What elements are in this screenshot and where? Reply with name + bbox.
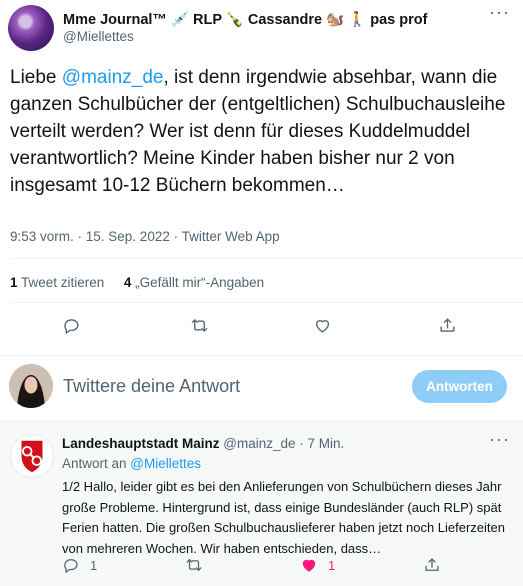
reply-header: Landeshauptstadt Mainz @mainz_de · 7 Min… <box>62 436 344 451</box>
replying-to: Antwort an @Miellettes <box>62 456 201 471</box>
divider <box>10 258 523 259</box>
reply-share-button[interactable] <box>423 556 441 574</box>
tweet-stats: 1 Tweet zitieren 4 „Gefällt mir“-Angaben <box>10 275 264 290</box>
reply-like-button[interactable]: 1 <box>300 556 335 574</box>
tweet-text: Liebe @mainz_de, ist denn irgendwie abse… <box>10 64 515 199</box>
divider <box>10 302 523 303</box>
reply-time[interactable]: 7 Min. <box>308 436 345 451</box>
reply-action-icon[interactable] <box>62 316 81 338</box>
reply-retweet-button[interactable] <box>185 556 203 574</box>
quote-count: 1 <box>10 275 18 290</box>
reply-reply-count: 1 <box>90 557 98 573</box>
like-count: 4 <box>123 275 132 290</box>
reply-composer: Twittere deine Antwort Antworten <box>0 356 523 420</box>
like-label: „Gefällt mir“-Angaben <box>135 275 265 290</box>
reply-separator: · <box>295 436 308 451</box>
like-action-icon[interactable] <box>313 316 332 338</box>
retweet-action-icon[interactable] <box>190 316 209 338</box>
reply-author-handle[interactable]: @mainz_de <box>223 436 295 451</box>
retweet-icon <box>186 559 202 571</box>
liked-heart-icon <box>302 559 316 572</box>
author-handle[interactable]: @Miellettes <box>63 29 134 44</box>
tweet-meta[interactable]: 9:53 vorm. · 15. Sep. 2022 · Twitter Web… <box>10 229 280 244</box>
reply-input[interactable]: Twittere deine Antwort <box>63 376 240 397</box>
avatar[interactable] <box>8 5 54 51</box>
share-icon <box>425 558 439 571</box>
reply-submit-button[interactable]: Antworten <box>412 370 507 403</box>
reply-author-name[interactable]: Landeshauptstadt Mainz <box>62 436 220 451</box>
replying-to-prefix: Antwort an <box>62 456 131 471</box>
main-tweet: Mme Journal™ 💉 RLP 🍾 Cassandre 🐿️ 🚶 pas … <box>0 0 523 355</box>
reply-text: 1/2 Hallo, leider gibt es bei den Anlief… <box>62 479 505 556</box>
reply-like-count: 1 <box>328 557 336 573</box>
reply-reply-button[interactable]: 1 <box>62 556 97 574</box>
replying-to-link[interactable]: @Miellettes <box>130 456 201 471</box>
mention-link[interactable]: @mainz_de <box>62 67 164 88</box>
quote-label: Tweet zitieren <box>21 275 105 290</box>
quote-tweets-stat[interactable]: 1 Tweet zitieren <box>10 275 104 290</box>
share-action-icon[interactable] <box>438 316 457 338</box>
reply-tweet[interactable]: Landeshauptstadt Mainz @mainz_de · 7 Min… <box>0 421 523 586</box>
author-name[interactable]: Mme Journal™ 💉 RLP 🍾 Cassandre 🐿️ 🚶 pas … <box>63 11 427 28</box>
tweet-text-intro: Liebe <box>10 67 62 88</box>
current-user-avatar[interactable] <box>9 364 53 408</box>
reply-more-options-icon[interactable]: ··· <box>489 429 510 450</box>
more-options-icon[interactable]: ··· <box>489 2 510 23</box>
likes-stat[interactable]: 4 „Gefällt mir“-Angaben <box>124 275 264 290</box>
reply-actions: 1 1 <box>0 556 523 578</box>
city-crest-avatar[interactable] <box>10 434 54 478</box>
reply-icon <box>64 559 78 573</box>
